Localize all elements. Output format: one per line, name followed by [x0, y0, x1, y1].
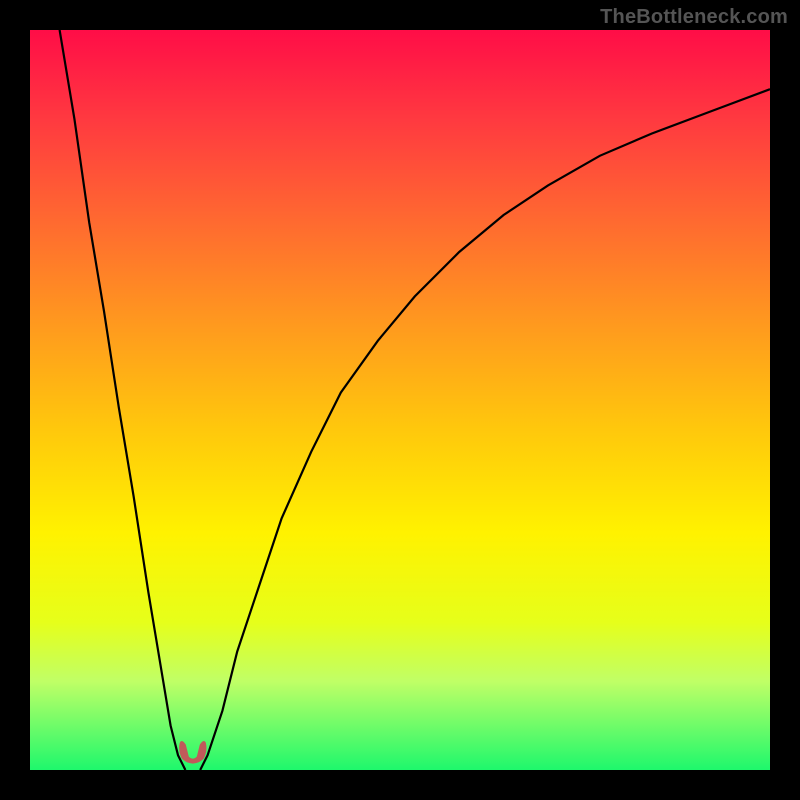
curve-right-branch [200, 89, 770, 770]
watermark-text: TheBottleneck.com [600, 6, 788, 29]
minimum-marker [179, 741, 206, 764]
curve-left-branch [60, 30, 186, 770]
chart-svg [30, 30, 770, 770]
chart-frame: TheBottleneck.com [0, 0, 800, 800]
plot-area [30, 30, 770, 770]
